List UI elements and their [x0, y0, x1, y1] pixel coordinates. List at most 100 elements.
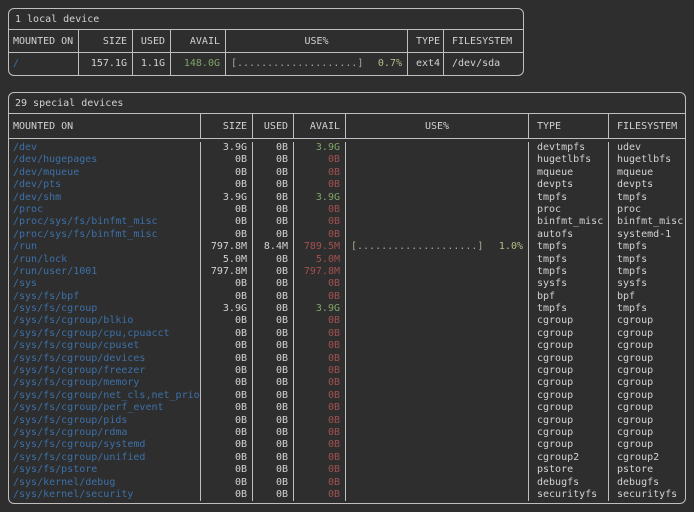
table-row: /run797.8M8.4M789.5M[...................… — [9, 241, 685, 253]
special-devices-table: 29 special devices MOUNTED ONSIZEUSEDAVA… — [8, 92, 686, 504]
cell-used: 0B — [253, 167, 294, 179]
cell-used: 0B — [253, 266, 294, 278]
cell-mounted-on: /sys/fs/cgroup — [9, 303, 201, 315]
column-header-size: SIZE — [79, 30, 133, 52]
cell-used: 0B — [253, 315, 294, 327]
mount-path: /proc/sys/fs/binfmt_misc — [13, 229, 158, 240]
cell-mounted-on: /run — [9, 241, 201, 253]
cell-avail: 0B — [294, 179, 346, 191]
special-devices-title: 29 special devices — [9, 93, 685, 114]
table-row: /sys/fs/cgroup/rdma0B0B0Bcgroupcgroup — [9, 427, 685, 439]
cell-filesystem: debugfs — [609, 477, 685, 489]
cell-use-percent — [346, 377, 529, 389]
cell-type: cgroup — [529, 402, 609, 414]
cell-used: 0B — [253, 489, 294, 501]
cell-type: proc — [529, 204, 609, 216]
cell-use-percent — [346, 216, 529, 228]
cell-use-percent — [346, 439, 529, 451]
cell-used: 0B — [253, 291, 294, 303]
cell-used: 0B — [253, 415, 294, 427]
mount-path: /sys/fs/cgroup/cpuset — [13, 340, 139, 351]
cell-mounted-on: /proc/sys/fs/binfmt_misc — [9, 216, 201, 228]
cell-type: devtmpfs — [529, 142, 609, 154]
cell-size: 0B — [201, 229, 253, 241]
cell-use-percent — [346, 154, 529, 166]
cell-size: 0B — [201, 377, 253, 389]
local-devices-table: 1 local device MOUNTED ONSIZEUSEDAVAILUS… — [8, 8, 524, 76]
table-row: /sys/fs/bpf0B0B0Bbpfbpf — [9, 291, 685, 303]
mount-path: /sys/fs/cgroup/net_cls,net_prio — [13, 390, 200, 401]
cell-used: 0B — [253, 328, 294, 340]
table-row: /sys/fs/cgroup/memory0B0B0Bcgroupcgroup — [9, 377, 685, 389]
cell-used: 0B — [253, 303, 294, 315]
cell-size: 3.9G — [201, 303, 253, 315]
cell-used: 0B — [253, 204, 294, 216]
column-header-size: SIZE — [201, 114, 253, 138]
cell-use-percent — [346, 477, 529, 489]
column-header-used: USED — [133, 30, 171, 52]
cell-filesystem: cgroup — [609, 315, 685, 327]
cell-filesystem: tmpfs — [609, 192, 685, 204]
cell-filesystem: mqueue — [609, 167, 685, 179]
table-row: /run/user/1001797.8M0B797.8Mtmpfstmpfs — [9, 266, 685, 278]
cell-type: binfmt_misc — [529, 216, 609, 228]
cell-filesystem: tmpfs — [609, 241, 685, 253]
mount-path: /sys/fs/cgroup/unified — [13, 452, 145, 463]
cell-size: 0B — [201, 278, 253, 290]
cell-avail: 0B — [294, 415, 346, 427]
cell-use-percent — [346, 464, 529, 476]
table-row: /dev/hugepages0B0B0Bhugetlbfshugetlbfs — [9, 154, 685, 166]
cell-mounted-on: /sys/fs/cgroup/rdma — [9, 427, 201, 439]
cell-filesystem: cgroup — [609, 439, 685, 451]
cell-mounted-on: /sys/fs/cgroup/unified — [9, 452, 201, 464]
cell-type: cgroup2 — [529, 452, 609, 464]
cell-filesystem: cgroup — [609, 415, 685, 427]
cell-type: autofs — [529, 229, 609, 241]
usage-bar: [....................] — [231, 53, 363, 75]
cell-use-percent — [346, 204, 529, 216]
table-row: /proc/sys/fs/binfmt_misc0B0B0Bbinfmt_mis… — [9, 216, 685, 228]
cell-avail: 0B — [294, 377, 346, 389]
cell-use-percent — [346, 415, 529, 427]
cell-size: 3.9G — [201, 142, 253, 154]
table-row: /dev/mqueue0B0B0Bmqueuemqueue — [9, 167, 685, 179]
cell-used: 0B — [253, 216, 294, 228]
cell-size: 0B — [201, 167, 253, 179]
column-header-use-percent: USE% — [226, 30, 408, 52]
cell-type: cgroup — [529, 439, 609, 451]
cell-avail: 3.9G — [294, 142, 346, 154]
cell-avail: 3.9G — [294, 303, 346, 315]
cell-type: cgroup — [529, 353, 609, 365]
cell-filesystem: cgroup — [609, 365, 685, 377]
cell-size: 0B — [201, 353, 253, 365]
cell-use-percent — [346, 427, 529, 439]
usage-bar: [....................] — [351, 241, 483, 253]
cell-mounted-on: /sys/kernel/security — [9, 489, 201, 501]
cell-filesystem: bpf — [609, 291, 685, 303]
cell-avail: 0B — [294, 439, 346, 451]
special-devices-header-row: MOUNTED ONSIZEUSEDAVAILUSE%TYPEFILESYSTE… — [9, 114, 685, 139]
cell-size: 0B — [201, 204, 253, 216]
cell-avail: 0B — [294, 216, 346, 228]
cell-mounted-on: /dev/pts — [9, 179, 201, 191]
cell-used: 8.4M — [253, 241, 294, 253]
cell-type: cgroup — [529, 328, 609, 340]
cell-size: 0B — [201, 291, 253, 303]
cell-use-percent — [346, 489, 529, 501]
table-row: /sys/fs/cgroup/cpu,cpuacct0B0B0Bcgroupcg… — [9, 328, 685, 340]
cell-mounted-on: / — [9, 53, 79, 75]
table-row: /sys/kernel/security0B0B0Bsecurityfssecu… — [9, 489, 685, 501]
cell-use-percent — [346, 192, 529, 204]
cell-use-percent — [346, 315, 529, 327]
table-row: /sys/kernel/debug0B0B0Bdebugfsdebugfs — [9, 477, 685, 489]
cell-type: ext4 — [408, 53, 444, 75]
cell-filesystem: pstore — [609, 464, 685, 476]
cell-mounted-on: /dev/mqueue — [9, 167, 201, 179]
cell-avail: 0B — [294, 229, 346, 241]
cell-use-percent — [346, 266, 529, 278]
cell-used: 0B — [253, 377, 294, 389]
cell-filesystem: cgroup — [609, 353, 685, 365]
table-row: /157.1G1.1G148.0G[....................]0… — [9, 53, 523, 75]
cell-filesystem: proc — [609, 204, 685, 216]
cell-filesystem: /dev/sda — [444, 53, 523, 75]
